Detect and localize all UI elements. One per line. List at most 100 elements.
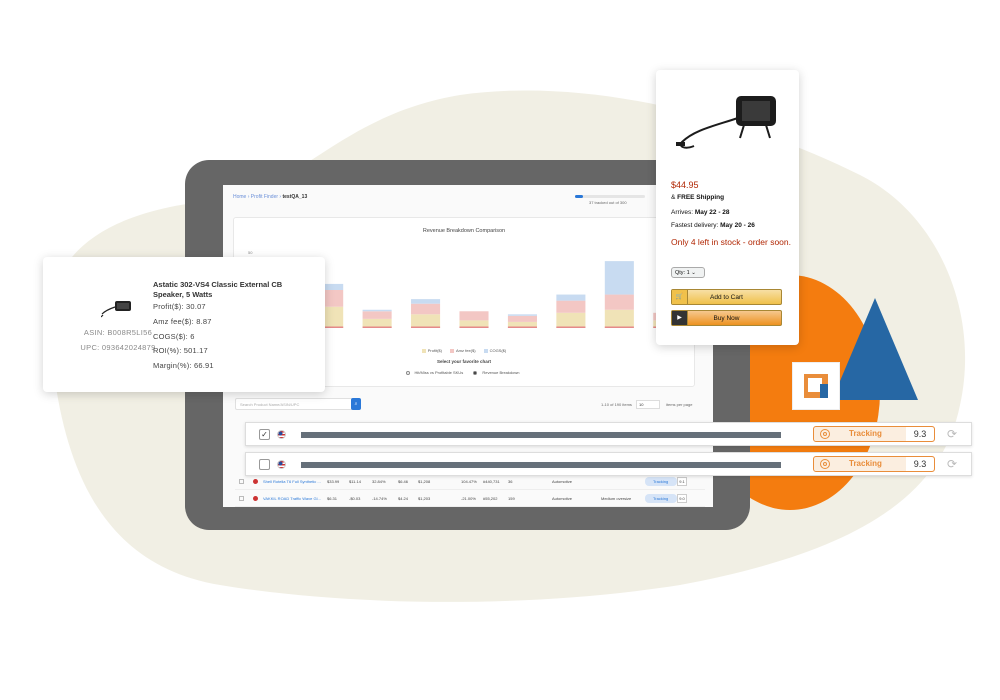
row-category: Automotive (552, 496, 573, 501)
bar-P7-series-2 (556, 294, 586, 301)
row-bsr: #440,731 (483, 479, 500, 484)
row-sales: $1,203 (418, 496, 431, 501)
add-to-cart-button[interactable]: 🛒 Add to Cart (671, 289, 782, 305)
legend-swatch (421, 348, 426, 353)
chart-option-revenue[interactable]: Revenue Breakdown (473, 370, 522, 375)
y-tick-label: 50 (248, 250, 253, 255)
blue-triangle-decor (832, 298, 918, 400)
bar-P7-series-0 (556, 312, 586, 328)
amazon-buy-box: $44.95 & FREE Shipping Arrives: May 22 -… (656, 70, 799, 345)
row-tracking-badge[interactable]: Tracking (645, 494, 677, 503)
breadcrumb-home[interactable]: Home (233, 194, 246, 200)
stock-warning: Only 4 left in stock - order soon. (671, 237, 791, 247)
cart-icon: 🛒 (672, 290, 688, 304)
row-roi: -21.00% (461, 496, 476, 501)
legend-label: Profit($) (427, 348, 442, 353)
buy-now-button[interactable]: ▶ Buy Now (671, 310, 782, 326)
speaker-image (101, 301, 131, 318)
search-button[interactable]: ⌕ (351, 398, 361, 410)
row-fee: $6.46 (398, 479, 409, 484)
us-flag-icon (253, 479, 258, 484)
table-row[interactable]: VAKKIL ROAD Traffic Wave Gl... $6.31 -$0… (235, 491, 705, 507)
arrives-date: May 22 - 28 (694, 209, 730, 216)
us-flag-icon (277, 430, 286, 439)
row-margin: 32.84% (372, 479, 386, 484)
row-category: Automotive (552, 479, 573, 484)
tracking-progress-label: 37 tracked out of 300 (589, 200, 627, 205)
chart-option-hit-miss[interactable]: Hit/Miss vs Profitable SKUs (405, 370, 467, 375)
tracking-row[interactable]: Tracking 9.3 ⟳ (245, 452, 972, 476)
tracking-score: 9.3 (906, 427, 934, 441)
chevron-down-icon: ⌄ (691, 270, 696, 276)
product-search-input[interactable]: Search Product Name/ASIN/UPC (235, 398, 353, 410)
breadcrumb-profit-finder[interactable]: Profit Finder (251, 194, 278, 200)
us-flag-icon (253, 496, 258, 501)
row-product-name[interactable]: VAKKIL ROAD Traffic Wave Gl... (263, 496, 321, 501)
legend-item[interactable]: COGS($) (483, 348, 507, 353)
bar-P4-series-0 (411, 314, 441, 328)
row-checkbox[interactable] (239, 496, 244, 501)
product-title: Astatic 302-VS4 Classic External CB Spea… (153, 280, 283, 299)
quantity-label: Qty: 1 (675, 270, 690, 276)
tracking-score: 9.3 (906, 457, 934, 471)
row-price: $6.31 (327, 496, 338, 501)
product-margin: Margin(%): 66.91 (153, 361, 214, 370)
table-row[interactable]: Shell Rotella T6 Full Synthetic ... $33.… (235, 474, 705, 490)
legend-swatch (450, 348, 454, 353)
row-price: $33.99 (327, 479, 340, 484)
fastest-delivery-info: Fastest delivery: May 20 - 26 (671, 222, 755, 229)
pager-count: 1-10 of 190 items (601, 402, 632, 407)
bar-baseline-P8 (604, 326, 634, 328)
quantity-select[interactable]: Qty: 1 ⌄ (671, 267, 705, 278)
arrival-info: Arrives: May 22 - 28 (671, 209, 730, 216)
product-price: $44.95 (671, 180, 699, 190)
tracking-row[interactable]: ✓ Tracking 9.3 ⟳ (245, 422, 972, 446)
row-checkbox[interactable]: ✓ (259, 429, 270, 440)
row-bsr: #55,202 (483, 496, 498, 501)
legend-item[interactable]: Profit($) (421, 348, 442, 353)
row-score: 9.1 (677, 477, 687, 486)
row-product-name[interactable]: Shell Rotella T6 Full Synthetic ... (263, 479, 321, 484)
us-flag-icon (277, 460, 286, 469)
legend-label: COGS($) (489, 348, 507, 353)
row-profit: $11.14 (349, 479, 361, 484)
tracking-toggle[interactable]: Tracking 9.3 (813, 426, 935, 442)
free-shipping-label: FREE Shipping (677, 194, 725, 201)
bar-P4-series-1 (411, 303, 441, 315)
bar-P6-series-1 (507, 315, 537, 322)
row-checkbox[interactable] (239, 479, 244, 484)
row-checkbox[interactable] (259, 459, 270, 470)
breadcrumb-current: testQA_13 (282, 194, 308, 200)
bar-baseline-P5 (459, 326, 489, 328)
fastest-date: May 20 - 26 (720, 222, 755, 229)
play-icon: ▶ (672, 311, 688, 325)
items-per-page-label: items per page (666, 402, 693, 407)
tracking-progress-bar (575, 195, 645, 198)
row-margin: -14.74% (372, 496, 387, 501)
legend-item[interactable]: Amz fee($) (450, 348, 476, 353)
row-score: 9.0 (677, 494, 687, 503)
shipping-info: & FREE Shipping (671, 194, 724, 201)
buy-now-label: Buy Now (713, 315, 740, 322)
refresh-icon[interactable]: ⟳ (947, 427, 957, 441)
bar-P6-series-2 (507, 314, 537, 316)
redacted-product-bar (301, 432, 781, 438)
bar-baseline-P4 (411, 326, 441, 328)
bar-P4-series-2 (411, 299, 441, 304)
tracking-toggle[interactable]: Tracking 9.3 (813, 456, 935, 472)
arrives-label: Arrives: (671, 209, 695, 216)
row-tracking-badge[interactable]: Tracking (645, 477, 677, 486)
bar-baseline-P3 (362, 326, 392, 328)
row-count: 36 (508, 479, 513, 484)
product-profit: Profit($): 30.07 (153, 302, 206, 311)
refresh-icon[interactable]: ⟳ (947, 457, 957, 471)
row-fee: $4.24 (398, 496, 409, 501)
chart-option-label: Revenue Breakdown (482, 370, 520, 375)
bar-P5-series-1 (459, 311, 489, 321)
row-sales: $1,208 (418, 479, 431, 484)
items-per-page-select[interactable]: 10 (636, 400, 660, 409)
add-to-cart-label: Add to Cart (710, 294, 743, 301)
speaker-image (676, 96, 776, 149)
chart-option-label: Hit/Miss vs Profitable SKUs (414, 370, 464, 375)
product-detail-card: ASIN: B008R5LI56 UPC: 093642024879 Astat… (43, 257, 325, 392)
